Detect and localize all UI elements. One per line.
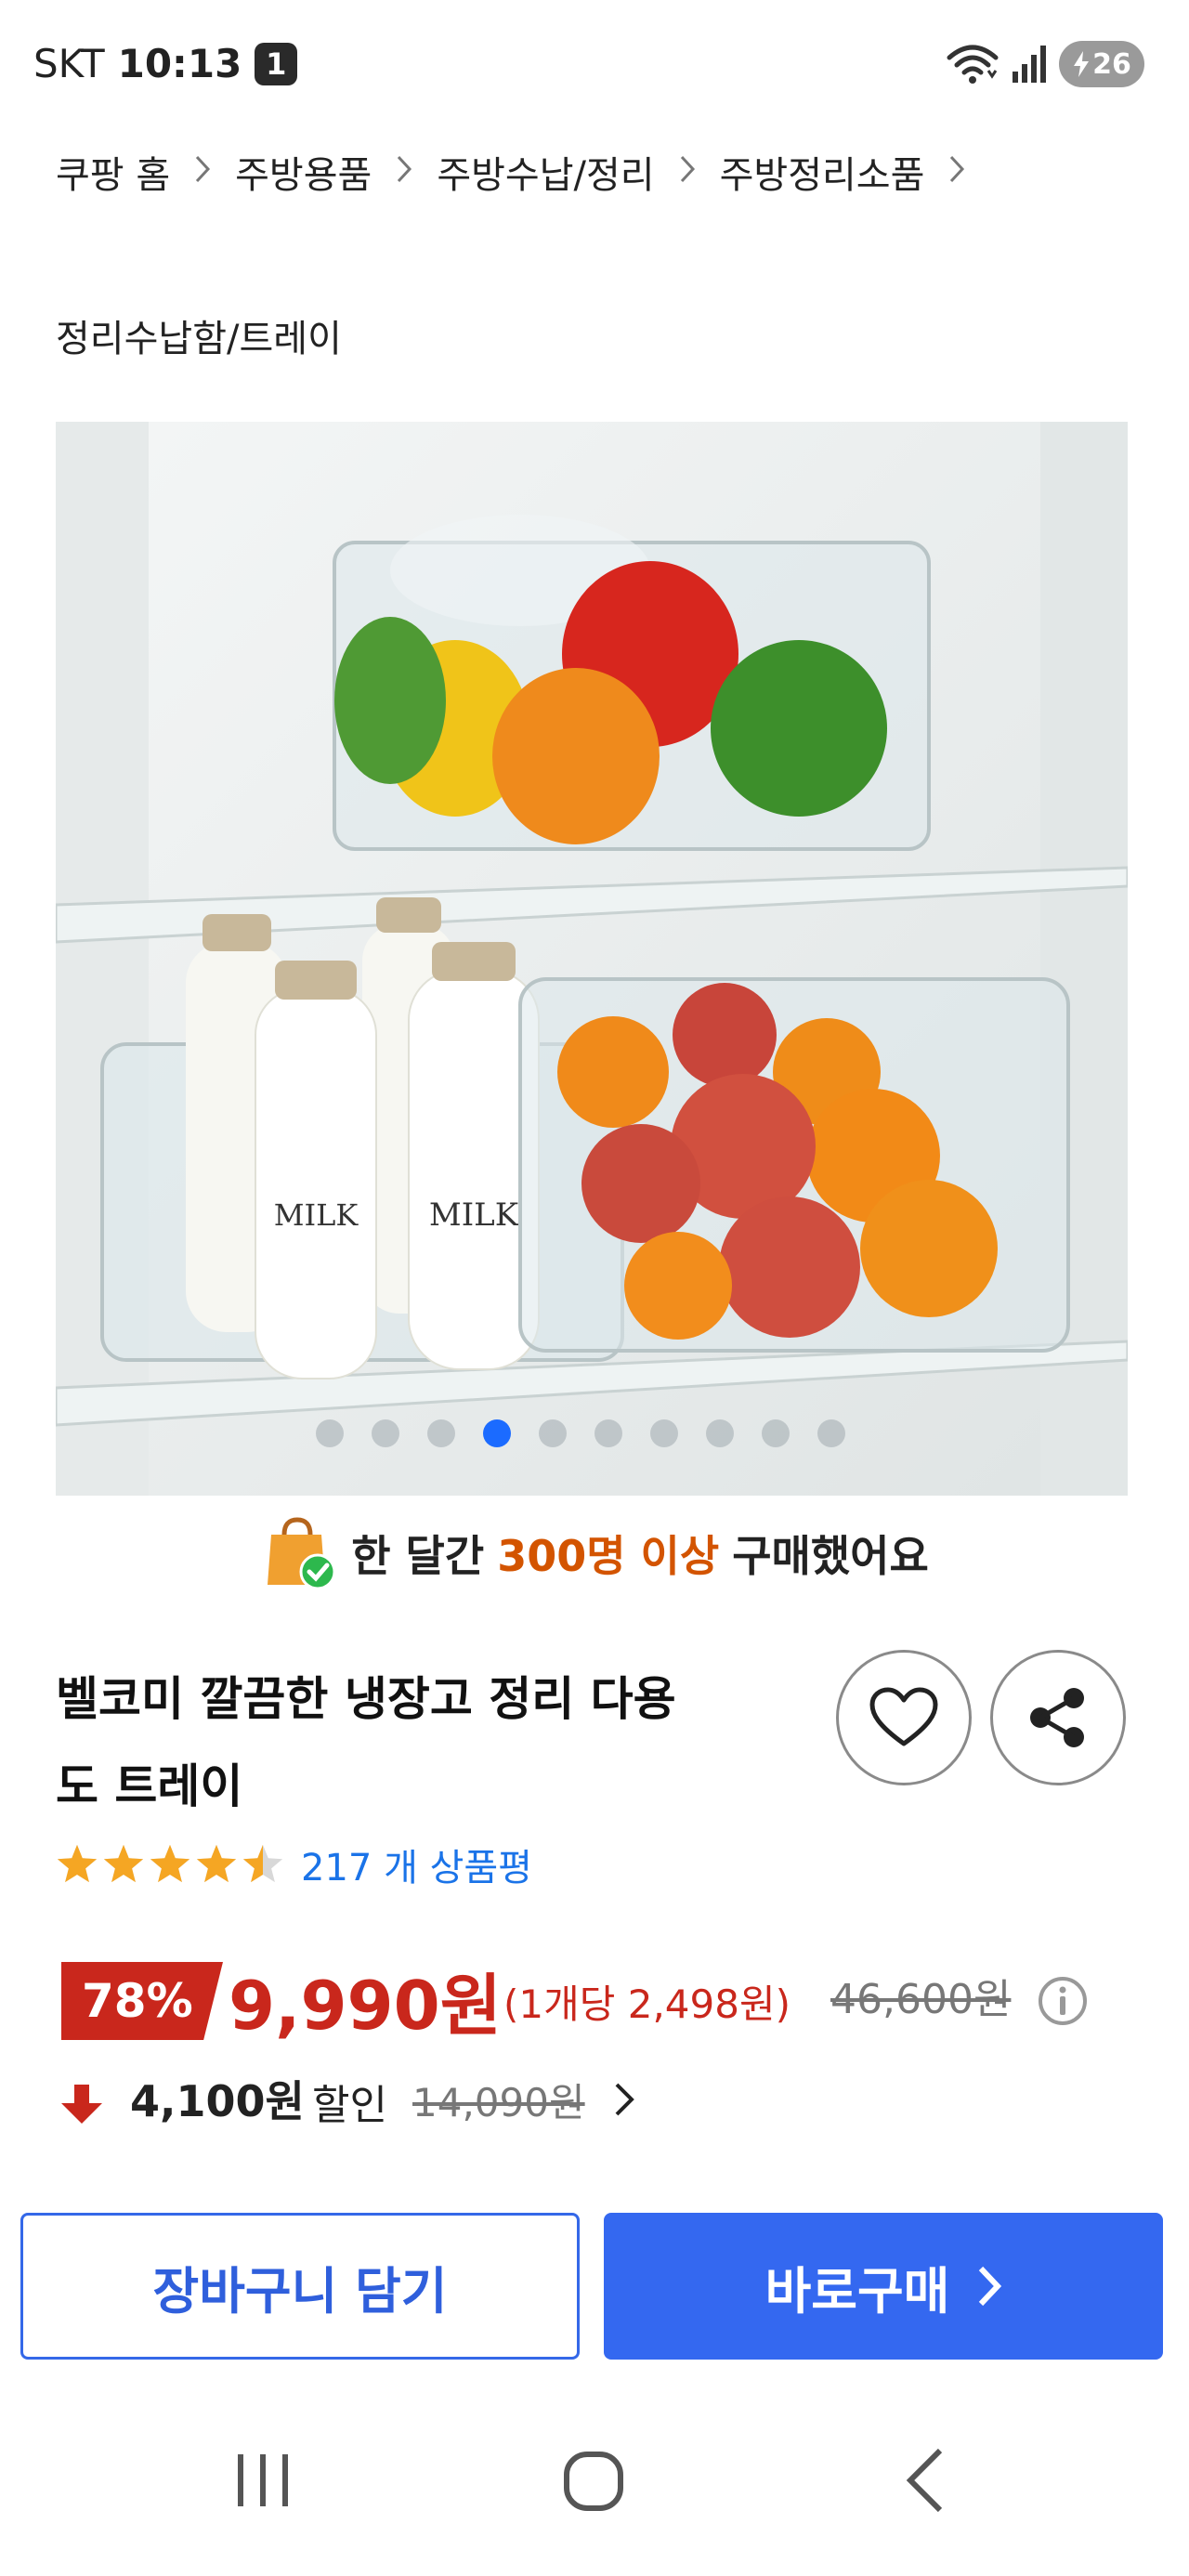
unit-price: (1개당 2,498원) (503, 1981, 791, 2027)
chevron-right-icon (979, 2266, 1002, 2307)
carrier-label: SKT (33, 41, 105, 86)
home-icon[interactable] (564, 2452, 623, 2511)
status-bar-right: 26 (946, 41, 1144, 87)
signal-icon (1013, 46, 1046, 83)
battery-charging-icon (1074, 51, 1090, 77)
social-proof-highlight: 300명 이상 (497, 1531, 720, 1581)
chevron-right-icon[interactable] (613, 2081, 635, 2122)
product-image[interactable]: MILK MILK (56, 422, 1128, 1496)
product-title-line2: 도 트레이 (56, 1759, 243, 1813)
pagination-dot[interactable] (650, 1419, 678, 1447)
buy-now-label: 바로구매 (764, 2261, 950, 2321)
review-count-link[interactable]: 217 개 상품평 (301, 1837, 532, 1891)
product-title: 벨코미 깔끔한 냉장고 정리 다용 도 트레이 (56, 1655, 771, 1830)
purchase-social-proof: 한 달간 300명 이상 구매했어요 (0, 1514, 1189, 1592)
coupon-discount-label: 할인 (312, 2082, 387, 2129)
star-icon (150, 1844, 190, 1883)
star-rating (56, 1843, 284, 1886)
breadcrumb-subcategory[interactable]: 정리수납함/트레이 (56, 308, 342, 362)
product-rating[interactable]: 217 개 상품평 (56, 1837, 532, 1891)
svg-text:MILK: MILK (429, 1196, 519, 1234)
pagination-dot[interactable] (483, 1419, 511, 1447)
breadcrumb-kitchen-organizers[interactable]: 주방정리소품 (720, 145, 925, 199)
recent-apps-icon[interactable] (238, 2454, 288, 2506)
buy-now-button[interactable]: 바로구매 (604, 2213, 1163, 2360)
sale-price: 9,990원 (229, 1967, 502, 2045)
wishlist-button[interactable] (836, 1650, 972, 1785)
chevron-right-icon (396, 150, 412, 193)
star-icon (57, 1844, 98, 1883)
pagination-dot[interactable] (539, 1419, 567, 1447)
discount-rate-badge: 78% (61, 1962, 223, 2040)
add-to-cart-label: 장바구니 담기 (152, 2261, 448, 2321)
share-icon (1030, 1688, 1084, 1747)
pagination-dot[interactable] (817, 1419, 845, 1447)
pagination-dot[interactable] (372, 1419, 399, 1447)
pagination-dot[interactable] (427, 1419, 455, 1447)
battery-level: 26 (1092, 47, 1131, 81)
breadcrumb-kitchen-storage[interactable]: 주방수납/정리 (437, 145, 654, 199)
battery-indicator: 26 (1059, 41, 1144, 87)
star-icon (103, 1844, 144, 1883)
pagination-dot[interactable] (706, 1419, 734, 1447)
price-down-arrow-icon (58, 2079, 106, 2131)
fridge-organizer-illustration: MILK MILK (56, 422, 1128, 1496)
info-icon[interactable] (1037, 1975, 1089, 2031)
coupon-discount-amount: 4,100원 (130, 2076, 305, 2126)
pagination-dot[interactable] (316, 1419, 344, 1447)
coupon-original-price: 14,090원 (412, 2080, 585, 2125)
pagination-dot[interactable] (762, 1419, 790, 1447)
product-title-line1: 벨코미 깔끔한 냉장고 정리 다용 (56, 1672, 676, 1726)
system-nav-bar (0, 2434, 1189, 2527)
social-proof-suffix: 구매했어요 (732, 1531, 929, 1581)
shopping-bag-check-icon (268, 1517, 336, 1590)
star-icon (242, 1844, 283, 1883)
status-bar-left: SKT 10:13 1 (33, 41, 298, 86)
breadcrumb-kitchen[interactable]: 주방용품 (235, 145, 372, 199)
pagination-dot[interactable] (594, 1419, 622, 1447)
share-button[interactable] (990, 1650, 1126, 1785)
add-to-cart-button[interactable]: 장바구니 담기 (20, 2213, 580, 2360)
star-icon (196, 1844, 237, 1883)
heart-icon (869, 1687, 938, 1746)
social-proof-prefix: 한 달간 (351, 1531, 485, 1581)
breadcrumb: 쿠팡 홈 주방용품 주방수납/정리 주방정리소품 (56, 145, 989, 199)
clock: 10:13 (117, 41, 242, 86)
breadcrumb-home[interactable]: 쿠팡 홈 (56, 145, 170, 199)
notification-badge: 1 (255, 42, 298, 85)
wifi-icon (947, 45, 999, 84)
original-price: 46,600원 (830, 1976, 1012, 2023)
chevron-right-icon (194, 150, 211, 193)
image-pagination (316, 1419, 845, 1447)
chevron-right-icon[interactable] (948, 150, 965, 193)
back-icon[interactable] (906, 2448, 943, 2513)
svg-text:MILK: MILK (274, 1197, 359, 1233)
chevron-right-icon (679, 150, 696, 193)
